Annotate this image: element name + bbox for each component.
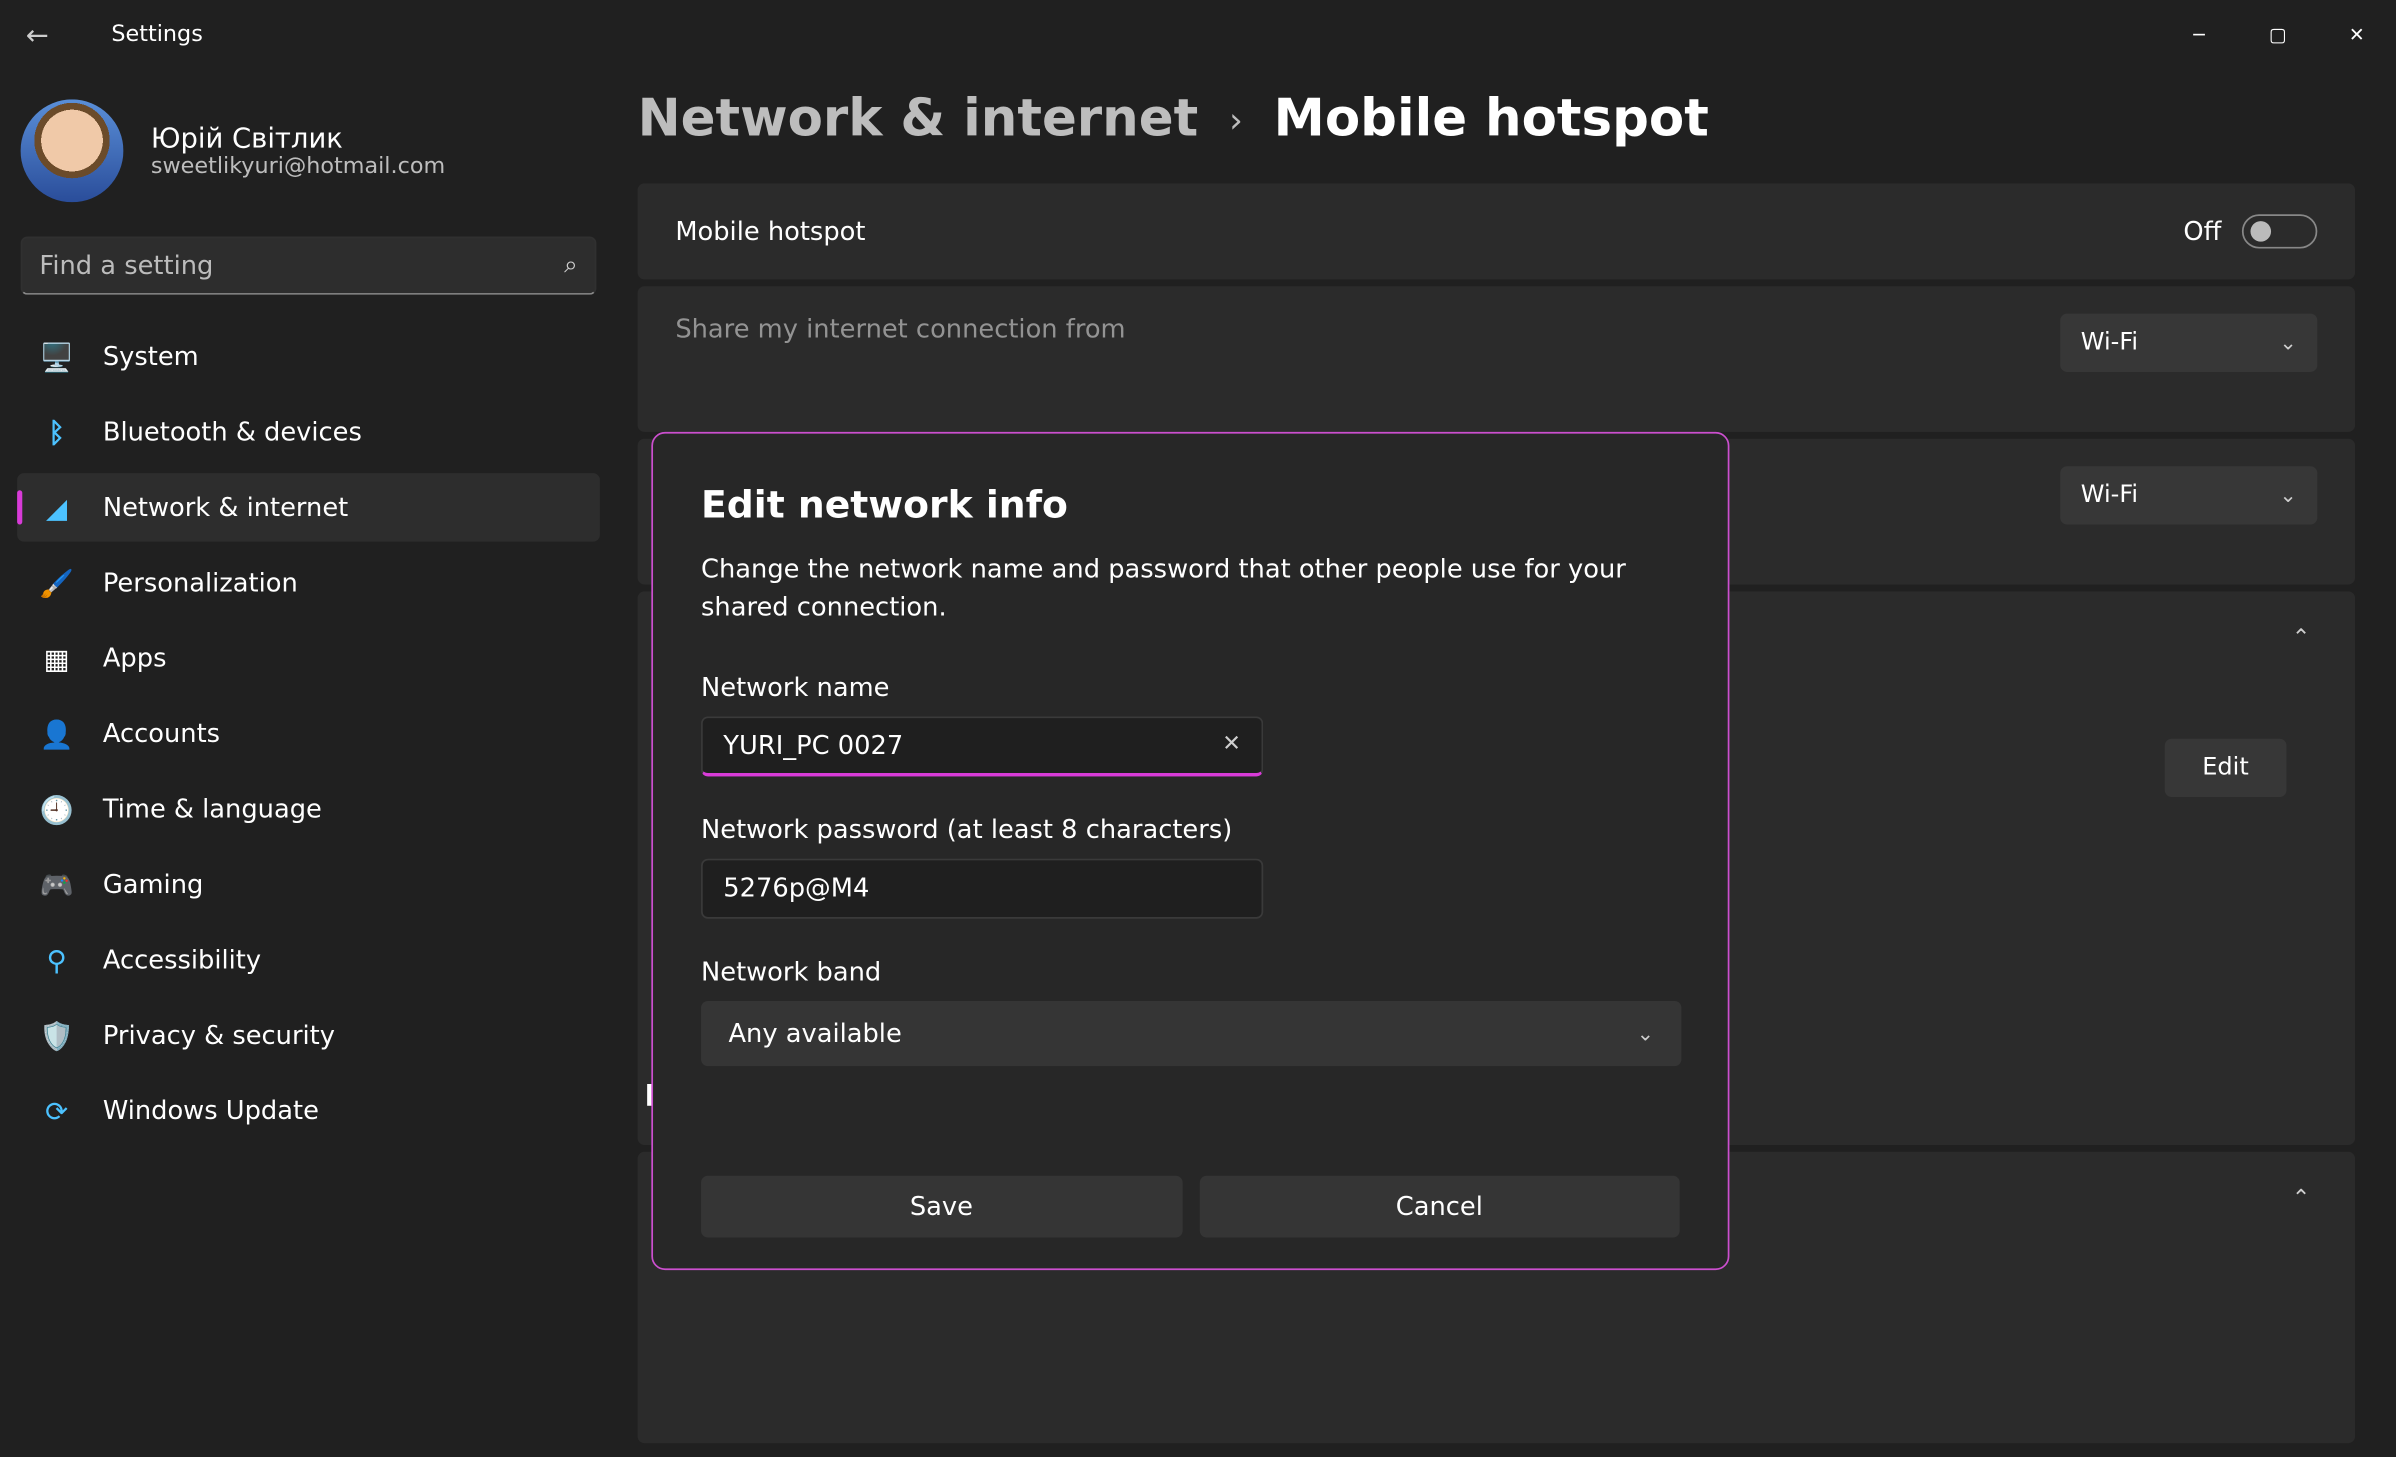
edit-network-dialog: Edit network info Change the network nam… [651, 432, 1729, 1269]
save-button[interactable]: Save [701, 1175, 1182, 1237]
sidebar-item-bluetooth-devices[interactable]: ᛒ Bluetooth & devices [17, 398, 600, 467]
sidebar-item-label: Personalization [103, 567, 298, 598]
breadcrumb: Network & internet › Mobile hotspot [638, 89, 2355, 149]
network-password-label: Network password (at least 8 characters) [701, 813, 1680, 844]
row-label: Share my internet connection from [675, 314, 1125, 345]
sidebar-item-apps[interactable]: ▦ Apps [17, 624, 600, 693]
chevron-up-icon: ⌃ [2292, 1186, 2311, 1212]
breadcrumb-current: Mobile hotspot [1274, 89, 1709, 149]
nav-icon: 🕘 [38, 793, 76, 826]
nav-icon: 🛡️ [38, 1019, 76, 1052]
nav-icon: ◢ [38, 491, 76, 524]
sidebar-item-label: Time & language [103, 794, 322, 825]
back-button[interactable]: ← [26, 18, 77, 51]
sidebar-item-label: Windows Update [103, 1095, 319, 1126]
sidebar-item-label: Privacy & security [103, 1020, 335, 1051]
sidebar-item-network-internet[interactable]: ◢ Network & internet [17, 473, 600, 542]
close-button[interactable]: ✕ [2317, 0, 2396, 69]
search-placeholder: Find a setting [39, 250, 564, 281]
toggle-switch[interactable] [2242, 214, 2317, 248]
network-band-select[interactable]: Any available ⌄ [701, 1000, 1681, 1065]
search-input[interactable]: Find a setting ⌕ [21, 237, 597, 295]
nav-list: 🖥️ System ᛒ Bluetooth & devices ◢ Network & i… [17, 322, 600, 1145]
nav-icon: ⟳ [38, 1094, 76, 1127]
network-name-label: Network name [701, 671, 1680, 702]
nav-icon: 👤 [38, 717, 76, 750]
sidebar-item-accounts[interactable]: 👤 Accounts [17, 699, 600, 768]
user-name: Юрій Світлик [151, 122, 445, 155]
sidebar-item-label: Gaming [103, 869, 203, 900]
minimize-button[interactable]: ─ [2160, 0, 2239, 69]
chevron-down-icon: ⌄ [2280, 483, 2297, 507]
dropdown-share-over[interactable]: Wi-Fi ⌄ [2060, 466, 2317, 524]
sidebar-item-label: Accounts [103, 718, 220, 749]
dropdown-value: Wi-Fi [2081, 329, 2138, 356]
user-email: sweetlikyuri@hotmail.com [151, 154, 445, 180]
maximize-button[interactable]: ▢ [2238, 0, 2317, 69]
nav-icon: ▦ [38, 642, 76, 675]
row-label: Mobile hotspot [675, 216, 865, 247]
input-value: YURI_PC 0027 [723, 729, 1222, 760]
sidebar-item-time-language[interactable]: 🕘 Time & language [17, 775, 600, 844]
title-bar: ← Settings ─ ▢ ✕ [0, 0, 2396, 69]
nav-icon: ᛒ [38, 416, 76, 449]
input-value: 5276p@M4 [723, 872, 1241, 903]
cancel-button[interactable]: Cancel [1199, 1175, 1680, 1237]
nav-icon: 🖌️ [38, 566, 76, 599]
search-icon: ⌕ [564, 252, 577, 279]
sidebar-item-label: Bluetooth & devices [103, 417, 362, 448]
sidebar-item-label: Apps [103, 643, 167, 674]
breadcrumb-parent[interactable]: Network & internet [638, 89, 1199, 149]
sidebar-item-system[interactable]: 🖥️ System [17, 322, 600, 391]
chevron-down-icon: ⌄ [2280, 331, 2297, 355]
nav-icon: ⚲ [38, 944, 76, 977]
sidebar-item-gaming[interactable]: 🎮 Gaming [17, 850, 600, 919]
dialog-description: Change the network name and password tha… [701, 552, 1680, 627]
network-password-input[interactable]: 5276p@M4 [701, 858, 1263, 918]
sidebar: Юрій Світлик sweetlikyuri@hotmail.com Fi… [0, 69, 617, 1450]
sidebar-item-label: System [103, 341, 199, 372]
account-block[interactable]: Юрій Світлик sweetlikyuri@hotmail.com [17, 86, 600, 227]
row-mobile-hotspot[interactable]: Mobile hotspot Off [638, 183, 2355, 279]
row-share-from[interactable]: Share my internet connection from Wi-Fi … [638, 286, 2355, 432]
sidebar-item-windows-update[interactable]: ⟳ Windows Update [17, 1076, 600, 1145]
nav-icon: 🖥️ [38, 340, 76, 373]
dialog-title: Edit network info [701, 485, 1680, 528]
sidebar-item-privacy-security[interactable]: 🛡️ Privacy & security [17, 1001, 600, 1070]
network-band-label: Network band [701, 956, 1680, 987]
select-value: Any available [728, 1017, 901, 1048]
network-name-input[interactable]: YURI_PC 0027 ✕ [701, 716, 1263, 776]
chevron-down-icon: ⌄ [1637, 1021, 1654, 1045]
sidebar-item-accessibility[interactable]: ⚲ Accessibility [17, 926, 600, 995]
dropdown-value: Wi-Fi [2081, 482, 2138, 509]
nav-icon: 🎮 [38, 868, 76, 901]
sidebar-item-label: Network & internet [103, 492, 348, 523]
chevron-right-icon: › [1229, 99, 1243, 140]
dropdown-share-from[interactable]: Wi-Fi ⌄ [2060, 314, 2317, 372]
edit-button[interactable]: Edit [2165, 739, 2287, 797]
chevron-up-icon: ⌃ [2292, 626, 2311, 652]
sidebar-item-personalization[interactable]: 🖌️ Personalization [17, 548, 600, 617]
sidebar-item-label: Accessibility [103, 944, 261, 975]
toggle-state: Off [2183, 216, 2221, 247]
clear-icon[interactable]: ✕ [1222, 732, 1241, 758]
avatar [21, 99, 124, 202]
app-title: Settings [111, 21, 202, 47]
